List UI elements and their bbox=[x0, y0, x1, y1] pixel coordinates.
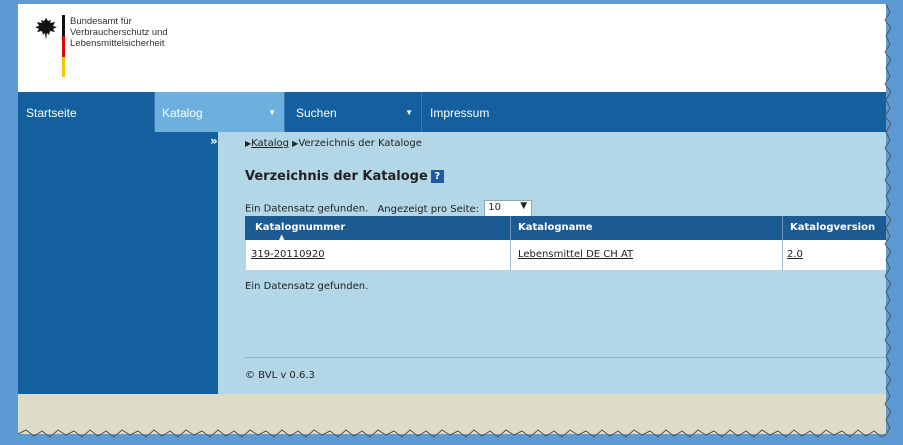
torn-edge-effect bbox=[17, 3, 892, 438]
